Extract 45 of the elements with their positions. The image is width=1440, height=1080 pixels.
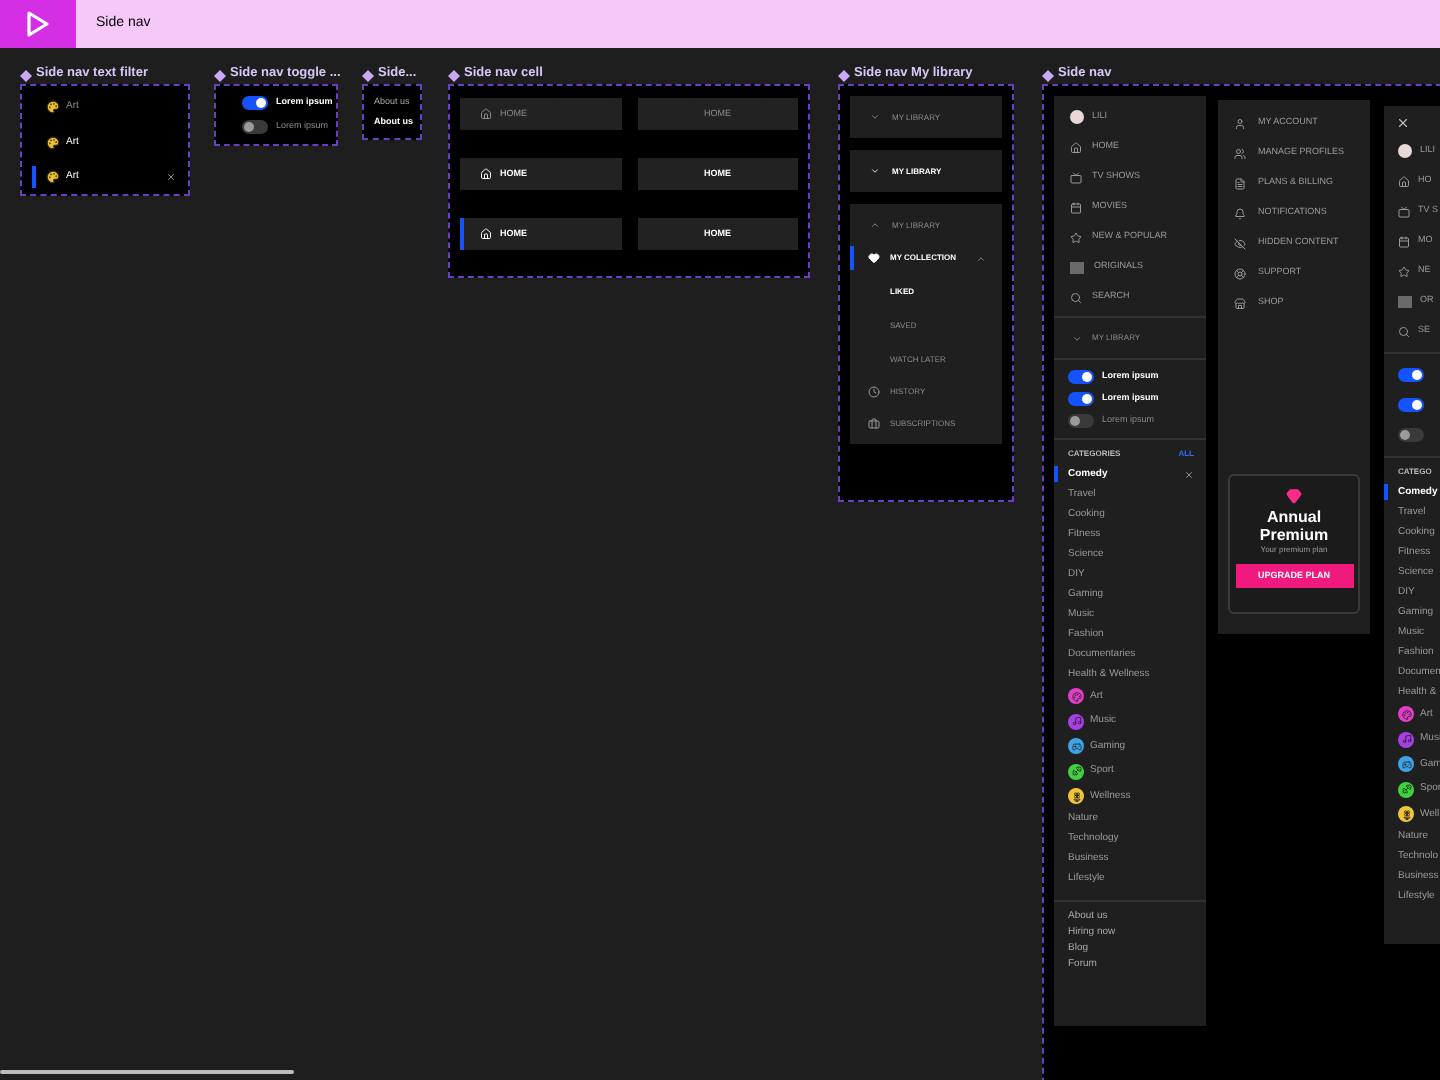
gem-icon	[1286, 488, 1302, 504]
palette-icon	[46, 170, 60, 185]
tv-icon	[1398, 205, 1410, 217]
home-icon	[480, 168, 492, 180]
document-icon	[1234, 177, 1246, 189]
chevron-down-icon	[1072, 333, 1082, 343]
horizontal-scrollbar[interactable]	[0, 1070, 294, 1074]
palette-icon	[46, 135, 60, 150]
star-icon	[1070, 231, 1082, 243]
square-icon	[1070, 261, 1084, 273]
bell-icon	[1234, 207, 1246, 219]
square-icon	[1398, 295, 1412, 307]
toggle-switch[interactable]	[1398, 368, 1424, 382]
star-icon	[1398, 265, 1410, 277]
chevron-up-icon	[976, 253, 986, 263]
plan-title: Annual Premium	[1257, 508, 1331, 544]
avatar	[1398, 144, 1412, 158]
eye-off-icon	[1234, 237, 1246, 249]
toggle-switch[interactable]	[242, 96, 268, 110]
toggle-switch[interactable]	[1398, 398, 1424, 412]
toggle-switch[interactable]	[1398, 428, 1424, 442]
briefcase-icon	[868, 418, 880, 430]
heart-icon	[868, 252, 880, 264]
toggle-switch[interactable]	[1068, 414, 1094, 428]
person-icon	[1234, 117, 1246, 129]
home-icon	[480, 108, 492, 120]
home-icon	[1398, 175, 1410, 187]
tv-icon	[1070, 171, 1082, 183]
calendar-icon	[1070, 201, 1082, 213]
people-icon	[1234, 147, 1246, 159]
search-icon	[1070, 291, 1082, 303]
home-icon	[480, 228, 492, 240]
toggle-switch[interactable]	[242, 120, 268, 134]
avatar	[1070, 110, 1084, 124]
home-icon	[1070, 141, 1082, 153]
search-icon	[1398, 325, 1410, 337]
toggle-switch[interactable]	[1068, 370, 1094, 384]
toggle-switch[interactable]	[1068, 392, 1094, 406]
calendar-icon	[1398, 235, 1410, 247]
clock-icon	[868, 386, 880, 398]
close-icon[interactable]	[1396, 116, 1410, 130]
store-icon	[1234, 297, 1246, 309]
palette-icon	[46, 100, 60, 115]
play-logo-icon	[0, 0, 76, 48]
lifebuoy-icon	[1234, 267, 1246, 279]
